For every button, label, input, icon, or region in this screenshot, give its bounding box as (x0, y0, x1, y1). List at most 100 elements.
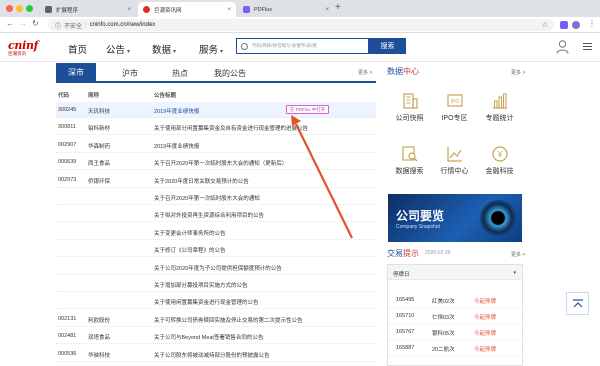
more-trading-link[interactable]: 更多 > (511, 251, 525, 258)
forward-arrow-icon[interactable]: → (19, 19, 27, 28)
announcement-title-link: 关于公司股东将被动减持部分股份的预披露公告 (154, 352, 270, 359)
trading-list: 165495 红美02次 今起停牌 165710 仁恒03次 今起停牌 165767 银科05… (388, 292, 522, 356)
search-button[interactable]: 搜索 (369, 38, 406, 54)
stock-code: 300245 (58, 107, 77, 113)
tab-cninfo[interactable]: 巨潮资讯网 × (138, 2, 236, 17)
company-snapshot-link[interactable]: 公司快照 (387, 82, 432, 132)
table-row[interactable]: 关于修订《公司章程》的公告 (56, 241, 376, 258)
nav-announcements[interactable]: 公告 ▾ (106, 42, 130, 56)
tab-shanghai[interactable]: 沪市 (122, 68, 138, 79)
ipo-zone-link[interactable]: IPO IPO专区 (432, 82, 477, 132)
more-announcements-link[interactable]: 更多 > (358, 69, 372, 76)
table-row[interactable]: 关于公司2020年度为子公司提供担保额度预计的公告 (56, 259, 376, 275)
back-to-top-button[interactable] (566, 292, 589, 315)
insecure-label: 不安全 (64, 23, 83, 30)
announcement-title-link: 关于可转换公司债券赎回实施及停止交易的第二次提示性公告 (154, 317, 303, 324)
suspension-name: 20二航次 (432, 347, 455, 353)
table-row[interactable]: 关于拟对外投资再生资源综合利用项目的公告 (56, 206, 376, 223)
table-row[interactable]: 300245 天玑科技 2019年度业绩快报 在 PDFlux 中打开 (56, 102, 376, 118)
bookmark-star-icon[interactable]: ☆ (542, 21, 548, 29)
pdflux-favicon-icon (243, 6, 250, 13)
market-center-link[interactable]: 行情中心 (432, 135, 477, 185)
building-icon (402, 93, 418, 109)
fintech-link[interactable]: ¥ 金融科技 (477, 135, 522, 185)
table-row[interactable]: 300811 铂科新材 关于使用部分闲置募集资金及自有资金进行现金管理的进展公告 (56, 119, 376, 136)
cninfo-logo[interactable]: cninf 巨潮资讯 (8, 39, 38, 57)
more-data-link[interactable]: 更多 > (511, 69, 525, 76)
nav-services[interactable]: 服务 ▾ (199, 42, 223, 56)
table-row[interactable]: 关于变更会计师事务所的公告 (56, 224, 376, 240)
suspension-name: 红美02次 (432, 299, 455, 305)
suspension-name: 仁恒03次 (432, 315, 455, 321)
stock-code: 000639 (58, 159, 77, 166)
stock-name: 侨银环保 (88, 178, 111, 185)
table-row[interactable]: 002481 双塔食品 关于公司与Beyond Meat签署销售合同的公告 (56, 328, 376, 345)
search-input[interactable]: 代码/简称/拼音缩写/关键字/表/要 (236, 38, 369, 54)
stock-code: 002907 (58, 141, 77, 148)
list-item[interactable]: 165887 20二航次 今起停牌 (388, 340, 522, 356)
list-item[interactable]: 165710 仁恒03次 今起停牌 (388, 308, 522, 324)
chevron-down-icon: ▾ (173, 49, 177, 55)
suspension-name: 银科05次 (432, 331, 455, 337)
close-tab-icon[interactable]: × (325, 7, 329, 13)
chevron-down-icon: ▾ (220, 49, 224, 55)
back-arrow-icon[interactable]: ← (6, 19, 14, 28)
open-in-pdflux-button[interactable]: 在 PDFlux 中打开 (286, 105, 330, 114)
tab-my-announcements[interactable]: 我的公告 (214, 68, 246, 79)
grid-label: 行情中心 (440, 168, 469, 175)
announcement-title-link: 关于召开2020年第一次临时股东大会的通知（更新后） (154, 161, 288, 168)
stock-code: 000536 (58, 350, 77, 357)
close-tab-icon[interactable]: × (227, 7, 231, 13)
table-row[interactable]: 002907 华森制药 2019年度业绩快报 (56, 137, 376, 153)
table-row[interactable]: 000536 华映科技 关于公司股东将被动减持部分股份的预披露公告 (56, 346, 376, 362)
announcement-title-link: 关于变更会计师事务所的公告 (154, 230, 226, 237)
maximize-window-button[interactable] (26, 5, 33, 12)
svg-text:¥: ¥ (496, 150, 502, 159)
reload-icon[interactable]: ↻ (32, 19, 39, 28)
suspension-code: 165887 (396, 345, 415, 351)
stock-name: 双塔食品 (88, 335, 111, 342)
suspension-filter-select[interactable]: 停牌日 ▾ (388, 265, 522, 280)
trading-date: 2020-02-25 (425, 250, 451, 256)
list-item[interactable]: 165767 银科05次 今起停牌 (388, 324, 522, 340)
table-row[interactable]: 关于召开2020年第一次临时股东大会的通知 (56, 189, 376, 205)
list-item[interactable]: 165495 红美02次 今起停牌 (388, 292, 522, 308)
tab-hot[interactable]: 热点 (172, 68, 188, 79)
close-window-button[interactable] (6, 5, 13, 12)
user-icon[interactable] (556, 40, 569, 54)
trading-hints-title: 交易提示 (387, 249, 419, 258)
company-snapshot-banner[interactable]: 公司要览 Company Snapshot (388, 194, 522, 242)
market-tabs: 深市 沪市 热点 我的公告 (56, 63, 376, 83)
table-row[interactable]: 关于使用闲置募集资金进行现金管理的公告 (56, 293, 376, 310)
new-tab-button[interactable]: + (335, 2, 341, 13)
table-row[interactable]: 002131 利欧股份 关于可转换公司债券赎回实施及停止交易的第二次提示性公告 (56, 311, 376, 327)
close-tab-icon[interactable]: × (127, 7, 131, 13)
browser-tabbar: 扩展程序 × 巨潮资讯网 × PDFlux × + (0, 0, 600, 17)
pdflux-extension-icon[interactable] (560, 21, 568, 29)
tab-extensions[interactable]: 扩展程序 × (40, 2, 136, 17)
browser-menu-icon[interactable]: ⋮ (588, 19, 596, 28)
address-bar-row: ← → ↻ ⓘ 不安全 | cninfo.com.cn/new/index ☆ … (0, 17, 600, 33)
svg-text:IPO: IPO (450, 99, 459, 105)
nav-home[interactable]: 首页 (68, 42, 87, 56)
minimize-window-button[interactable] (16, 5, 23, 12)
tab-shenzhen[interactable]: 深市 (56, 63, 96, 82)
ipo-icon: IPO (446, 94, 463, 107)
table-row[interactable]: 000639 西王食品 关于召开2020年第一次临时股东大会的通知（更新后） (56, 154, 376, 171)
profile-avatar-icon[interactable] (572, 21, 580, 29)
announcement-title-link[interactable]: 2019年度业绩快报 (154, 107, 199, 115)
url-input[interactable]: ⓘ 不安全 | cninfo.com.cn/new/index ☆ (48, 19, 554, 31)
tab-pdflux[interactable]: PDFlux × (238, 2, 334, 17)
stock-name: 西王食品 (88, 161, 111, 168)
announcement-title-link: 关于修订《公司章程》的公告 (154, 248, 226, 255)
data-search-link[interactable]: 数据搜索 (387, 135, 432, 185)
grid-label: 公司快照 (395, 115, 424, 122)
hamburger-menu-icon[interactable] (583, 43, 592, 52)
special-statistics-link[interactable]: 专题统计 (477, 82, 522, 132)
line-chart-icon (446, 147, 462, 162)
announcement-title-link: 关于增加部分募投项目实施方式的公告 (154, 283, 248, 289)
nav-data[interactable]: 数据 ▾ (152, 42, 176, 56)
announcement-title-link: 关于公司与Beyond Meat签署销售合同的公告 (154, 335, 264, 342)
table-row[interactable]: 关于增加部分募投项目实施方式的公告 (56, 276, 376, 292)
table-row[interactable]: 002973 侨银环保 关于2020年度日常关联交易预计的公告 (56, 172, 376, 188)
